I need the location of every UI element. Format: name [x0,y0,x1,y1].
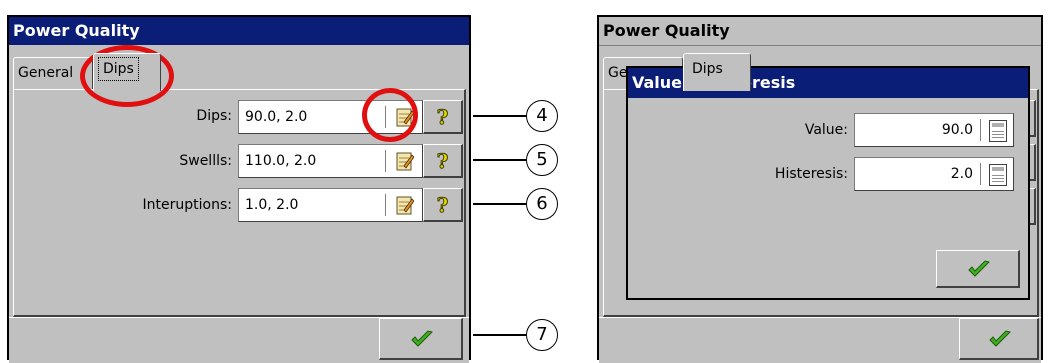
separator [980,163,981,185]
histeresis-field[interactable]: 2.0 [854,157,1014,191]
swells-value: 110.0, 2.0 [245,153,317,169]
calculator-icon[interactable] [989,164,1007,186]
tab-general-label: General [18,65,74,81]
callout-5: 5 [526,144,558,176]
tab-dips[interactable]: Dips [683,53,751,91]
tab-dips-label: Dips [692,61,723,77]
notepad-edit-icon[interactable] [396,195,414,215]
dips-help-button[interactable]: ? [423,100,463,134]
swells-label: Swellls: [179,153,232,169]
callout-7: 7 [526,319,558,351]
separator [385,194,386,216]
tab-dips-label: Dips [98,57,139,81]
value-histeresis-dialog: Value & histeresis Value: 90.0 Histeresi… [626,66,1030,300]
ok-button[interactable] [959,318,1039,360]
question-mark-icon: ? [436,105,449,130]
check-mark-icon [411,330,433,347]
dips-value: 90.0, 2.0 [245,109,308,125]
ok-button[interactable] [379,318,463,360]
swells-help-button[interactable]: ? [423,144,463,178]
interuptions-label: Interuptions: [142,197,232,213]
calculator-icon[interactable] [989,120,1007,142]
question-mark-icon: ? [436,193,449,218]
check-mark-icon [989,330,1011,347]
window-title: Power Quality [599,17,1041,46]
histeresis-label: Histeresis: [774,166,848,182]
value-field[interactable]: 90.0 [854,113,1014,147]
tab-dips[interactable]: Dips [93,53,161,91]
notepad-edit-icon[interactable] [396,151,414,171]
window-title: Power Quality [9,17,469,45]
interuptions-value: 1.0, 2.0 [245,197,299,213]
callout-line-6 [473,203,526,205]
question-mark-icon: ? [436,149,449,174]
histeresis-value: 2.0 [950,166,973,182]
callout-6: 6 [526,188,558,220]
interuptions-help-button[interactable]: ? [423,188,463,222]
callout-line-5 [473,159,526,161]
value-value: 90.0 [941,122,973,138]
interuptions-field[interactable]: 1.0, 2.0 [238,188,423,222]
swells-field[interactable]: 110.0, 2.0 [238,144,423,178]
callout-line-4 [473,115,526,117]
separator [385,150,386,172]
separator [980,119,981,141]
callout-line-7 [473,334,526,336]
check-mark-icon [968,260,990,277]
dips-label: Dips: [196,108,232,124]
dialog-ok-button[interactable] [936,250,1020,288]
value-label: Value: [804,122,848,138]
left-window: Power Quality General Dips Dips: 90.0, 2… [7,15,471,363]
callout-4: 4 [526,100,558,132]
annotation-ring-edit-icon [362,88,418,142]
